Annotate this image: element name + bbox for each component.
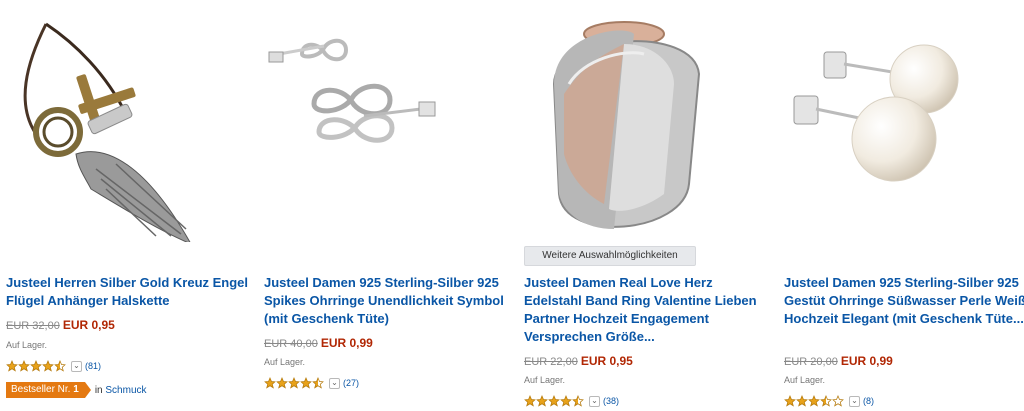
product-card: Justeel Herren Silber Gold Kreuz Engel F… (6, 0, 256, 411)
chevron-down-icon[interactable]: ⌄ (71, 360, 82, 372)
review-count-link[interactable]: (38) (603, 396, 619, 406)
product-card: Justeel Damen 925 Sterling-Silber 925 Ge… (784, 0, 1024, 411)
review-count-link[interactable]: (8) (863, 396, 874, 406)
star-icon (18, 360, 30, 372)
star-icon (6, 360, 18, 372)
product-card: Justeel Damen 925 Sterling-Silber 925 Sp… (264, 0, 514, 411)
star-icon (572, 395, 584, 407)
current-price: EUR 0,95 (580, 354, 633, 368)
bestseller-rank: 1 (73, 384, 79, 395)
star-rating[interactable] (6, 360, 66, 372)
chevron-down-icon[interactable]: ⌄ (329, 377, 340, 389)
chevron-down-icon[interactable]: ⌄ (849, 395, 860, 407)
bestseller-label: Bestseller Nr. (11, 384, 71, 395)
star-icon (560, 395, 572, 407)
rating-row: ⌄ (8) (784, 395, 874, 407)
star-icon (42, 360, 54, 372)
star-icon (796, 395, 808, 407)
stock-status: Auf Lager. (6, 340, 48, 350)
star-icon (820, 395, 832, 407)
review-count-link[interactable]: (81) (85, 361, 101, 371)
star-icon (312, 377, 324, 389)
price-block: EUR 32,00 EUR 0,95 (6, 318, 115, 332)
pearl-earrings-image[interactable] (784, 4, 974, 242)
old-price: EUR 20,00 (784, 356, 838, 368)
product-title-link[interactable]: Justeel Damen 925 Sterling-Silber 925 Sp… (264, 274, 512, 328)
current-price: EUR 0,99 (320, 336, 373, 350)
product-title-link[interactable]: Justeel Damen 925 Sterling-Silber 925 Ge… (784, 274, 1024, 328)
rating-row: ⌄ (27) (264, 377, 359, 389)
price-block: EUR 20,00 EUR 0,99 (784, 354, 893, 368)
product-title-link[interactable]: Justeel Damen Real Love Herz Edelstahl B… (524, 274, 772, 346)
product-card: Weitere Auswahlmöglichkeiten Justeel Dam… (524, 0, 774, 411)
star-icon (54, 360, 66, 372)
rating-row: ⌄ (38) (524, 395, 619, 407)
price-block: EUR 22,00 EUR 0,95 (524, 354, 633, 368)
stock-status: Auf Lager. (264, 357, 306, 367)
old-price: EUR 32,00 (6, 320, 60, 332)
heart-ring-image[interactable] (524, 4, 714, 242)
infinity-earrings-image[interactable] (264, 4, 454, 242)
chevron-down-icon[interactable]: ⌄ (589, 395, 600, 407)
star-icon (300, 377, 312, 389)
star-icon (288, 377, 300, 389)
star-rating[interactable] (784, 395, 844, 407)
star-icon (808, 395, 820, 407)
bestseller-prefix: in (94, 384, 103, 396)
product-title-link[interactable]: Justeel Herren Silber Gold Kreuz Engel F… (6, 274, 254, 310)
star-icon (264, 377, 276, 389)
star-rating[interactable] (524, 395, 584, 407)
product-grid: Justeel Herren Silber Gold Kreuz Engel F… (0, 0, 1024, 411)
current-price: EUR 0,95 (62, 318, 115, 332)
bestseller-badge[interactable]: Bestseller Nr. 1 (6, 382, 91, 398)
bestseller-badge-row: Bestseller Nr. 1 in Schmuck (6, 382, 147, 398)
star-rating[interactable] (264, 377, 324, 389)
angel-wing-necklace-image[interactable] (6, 4, 196, 242)
review-count-link[interactable]: (27) (343, 378, 359, 388)
more-options-button[interactable]: Weitere Auswahlmöglichkeiten (524, 246, 696, 266)
rating-row: ⌄ (81) (6, 360, 101, 372)
star-icon (524, 395, 536, 407)
price-block: EUR 40,00 EUR 0,99 (264, 336, 373, 350)
star-icon (30, 360, 42, 372)
stock-status: Auf Lager. (784, 375, 826, 385)
old-price: EUR 40,00 (264, 338, 318, 350)
bestseller-category: in Schmuck (95, 385, 147, 396)
current-price: EUR 0,99 (840, 354, 893, 368)
star-icon (548, 395, 560, 407)
star-icon (784, 395, 796, 407)
bestseller-category-link[interactable]: Schmuck (105, 385, 146, 396)
star-icon (536, 395, 548, 407)
star-icon (276, 377, 288, 389)
star-icon (832, 395, 844, 407)
old-price: EUR 22,00 (524, 356, 578, 368)
stock-status: Auf Lager. (524, 375, 566, 385)
